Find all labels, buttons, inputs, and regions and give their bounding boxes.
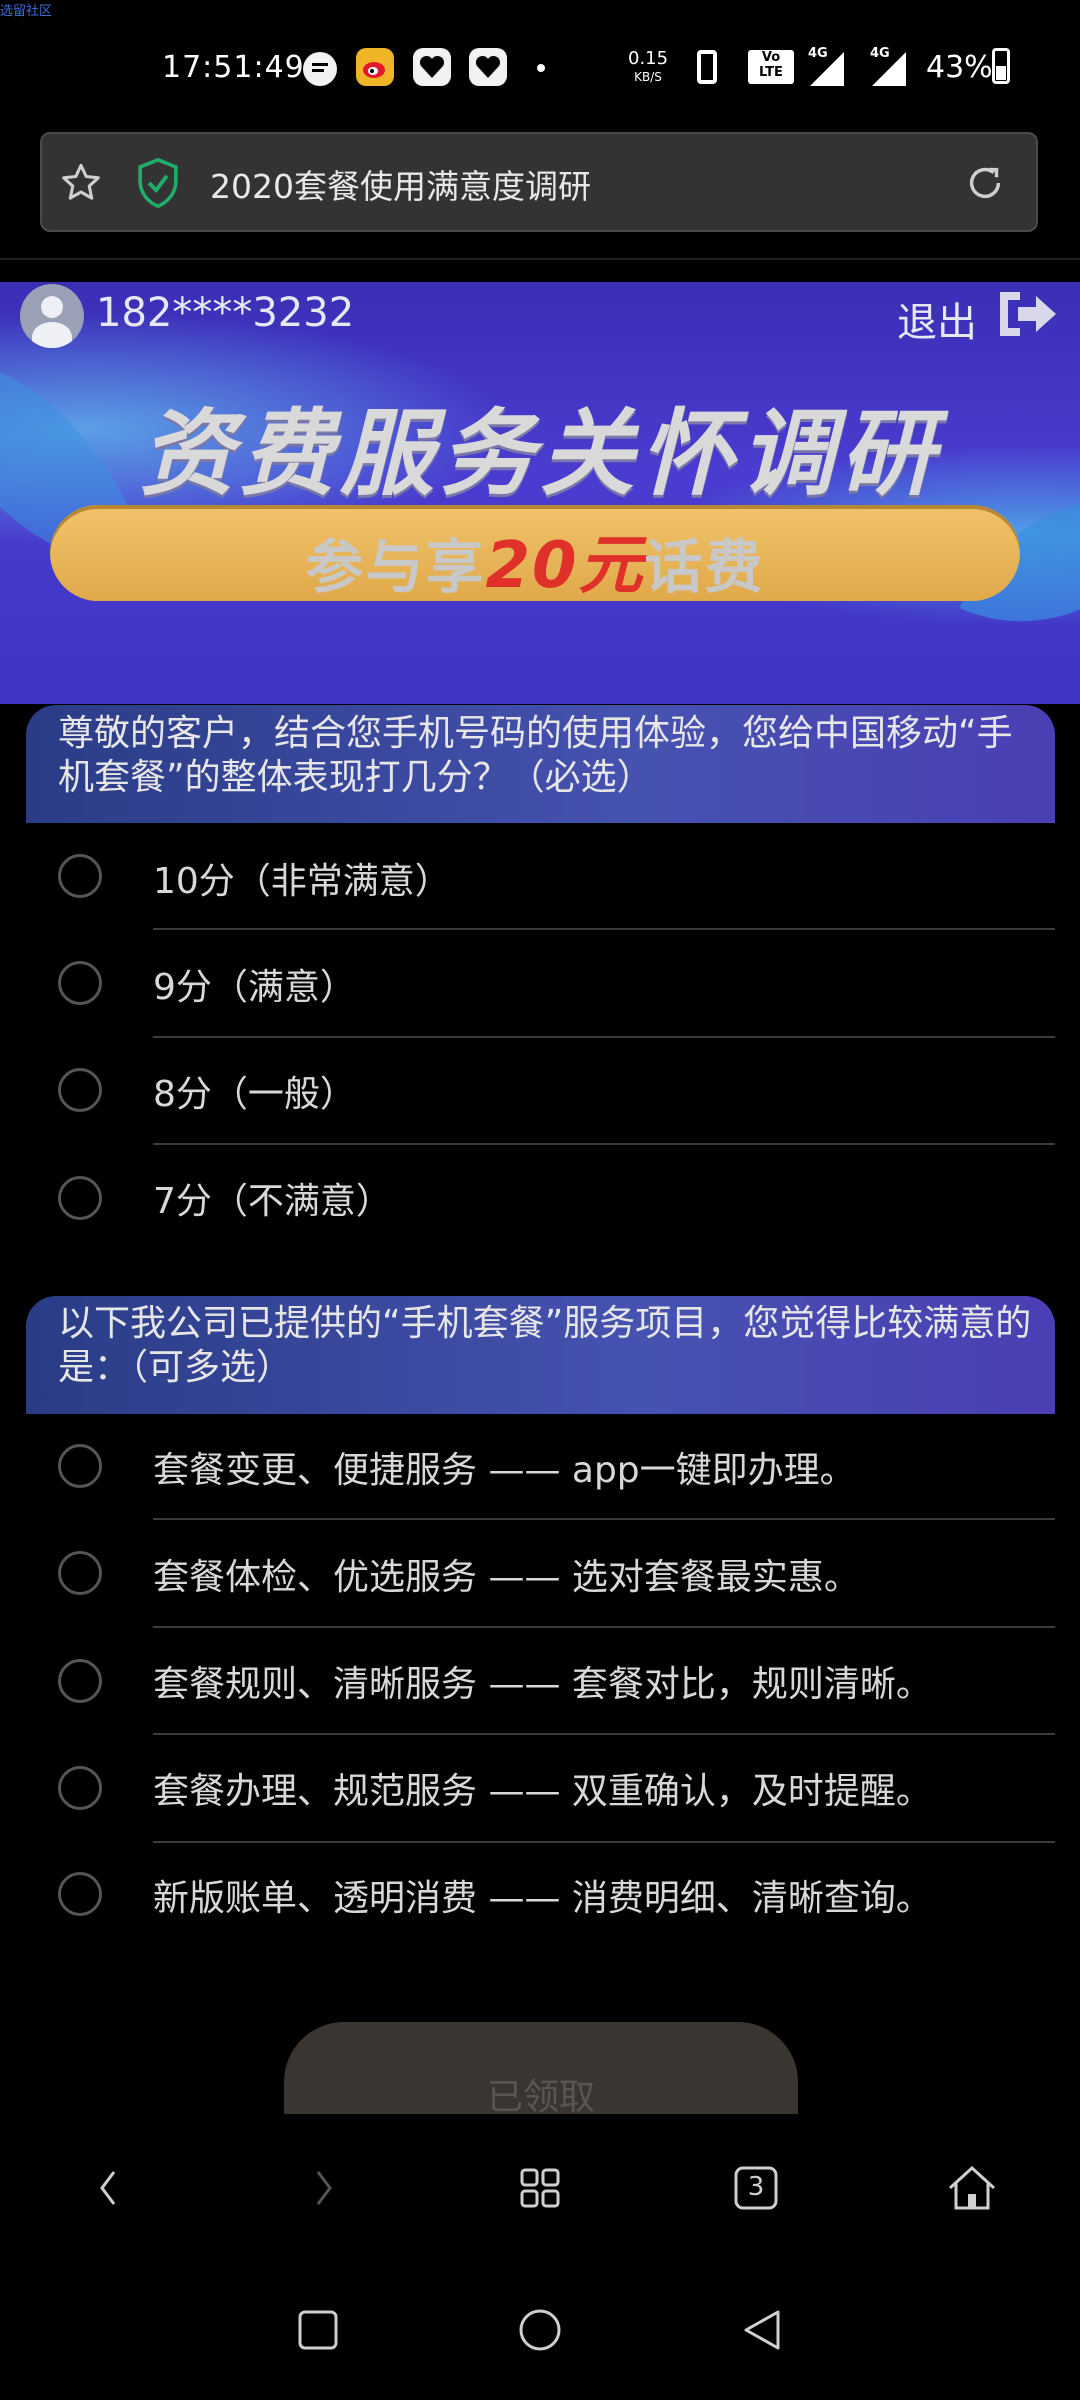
banner-title: 资费服务关怀调研: [139, 400, 940, 509]
battery-icon: [992, 48, 1010, 84]
tabs-icon[interactable]: 3: [726, 2158, 786, 2218]
tabs-count: 3: [747, 2172, 765, 2202]
option-label[interactable]: 8分（一般）: [153, 1065, 356, 1117]
signal-label: 4G: [870, 46, 890, 61]
net-speed-value: 0.15: [628, 48, 669, 69]
banner-pill-text: 参与享20元话费: [50, 514, 1020, 606]
radio-button[interactable]: [58, 1068, 102, 1112]
divider: [153, 1036, 1055, 1038]
dot-icon: [537, 64, 545, 72]
radio-button[interactable]: [58, 854, 102, 898]
option-label[interactable]: 新版账单、透明消费 —— 消费明细、清晰查询。: [153, 1869, 932, 1921]
heart-app-icon: [413, 48, 451, 86]
option-label[interactable]: 套餐办理、规范服务 —— 双重确认，及时提醒。: [153, 1762, 932, 1814]
option-label[interactable]: 9分（满意）: [153, 958, 356, 1010]
weibo-icon: [356, 48, 394, 86]
signal-icon: 4G: [870, 46, 908, 92]
checkbox[interactable]: [58, 1872, 102, 1916]
divider: [153, 1733, 1055, 1735]
logout-button[interactable]: 退出: [897, 290, 977, 348]
divider: [0, 258, 1080, 260]
divider: [153, 1626, 1055, 1628]
user-phone: 182****3232: [96, 290, 355, 336]
divider: [153, 1518, 1055, 1520]
page-title: 2020套餐使用满意度调研: [210, 167, 591, 206]
net-speed: 0.15 KB/S: [628, 50, 668, 86]
volte-icon: Vo LTE: [748, 50, 794, 84]
home-icon[interactable]: [942, 2158, 1002, 2218]
radio-button[interactable]: [58, 1176, 102, 1220]
question-2-text: 以下我公司已提供的“手机套餐”服务项目，您觉得比较满意的是：（可多选）: [58, 1303, 1032, 1388]
avatar: [20, 284, 84, 348]
pill-suffix: 话费: [644, 533, 765, 601]
status-time: 17:51:49: [162, 50, 305, 85]
net-speed-unit: KB/S: [634, 70, 662, 84]
forward-icon[interactable]: [294, 2158, 354, 2218]
checkbox[interactable]: [58, 1766, 102, 1810]
battery-percent: 43%: [926, 50, 993, 85]
submit-label[interactable]: 已领取: [284, 2068, 798, 2120]
option-label[interactable]: 10分（非常满意）: [153, 852, 451, 904]
pill-prefix: 参与享: [305, 533, 486, 601]
heart-app-icon: [469, 48, 507, 86]
checkbox[interactable]: [58, 1444, 102, 1488]
signal-icon: 4G: [808, 46, 846, 92]
option-label[interactable]: 套餐体检、优选服务 —— 选对套餐最实惠。: [153, 1548, 860, 1600]
radio-button[interactable]: [58, 961, 102, 1005]
option-label[interactable]: 7分（不满意）: [153, 1172, 392, 1224]
divider: [153, 928, 1055, 930]
back-triangle-icon[interactable]: [736, 2304, 788, 2356]
signal-label: 4G: [808, 46, 828, 61]
home-circle-icon[interactable]: [514, 2304, 566, 2356]
phone-icon: [697, 50, 717, 84]
divider: [153, 1143, 1055, 1145]
checkbox[interactable]: [58, 1659, 102, 1703]
pill-highlight: 20元: [485, 529, 645, 603]
question-1-text: 尊敬的客户，结合您手机号码的使用体验，您给中国移动“手机套餐”的整体表现打几分？…: [58, 713, 1013, 798]
message-icon: [303, 52, 337, 86]
reload-icon[interactable]: [962, 160, 1008, 206]
divider: [153, 1841, 1055, 1843]
star-icon[interactable]: [58, 160, 104, 206]
grid-icon[interactable]: [510, 2158, 570, 2218]
back-icon[interactable]: [78, 2158, 138, 2218]
recents-icon[interactable]: [292, 2304, 344, 2356]
option-label[interactable]: 套餐变更、便捷服务 —— app一键即办理。: [153, 1441, 856, 1493]
option-label[interactable]: 套餐规则、清晰服务 —— 套餐对比，规则清晰。: [153, 1655, 932, 1707]
checkbox[interactable]: [58, 1551, 102, 1595]
shield-icon: [136, 157, 180, 209]
logout-icon[interactable]: [996, 288, 1060, 340]
